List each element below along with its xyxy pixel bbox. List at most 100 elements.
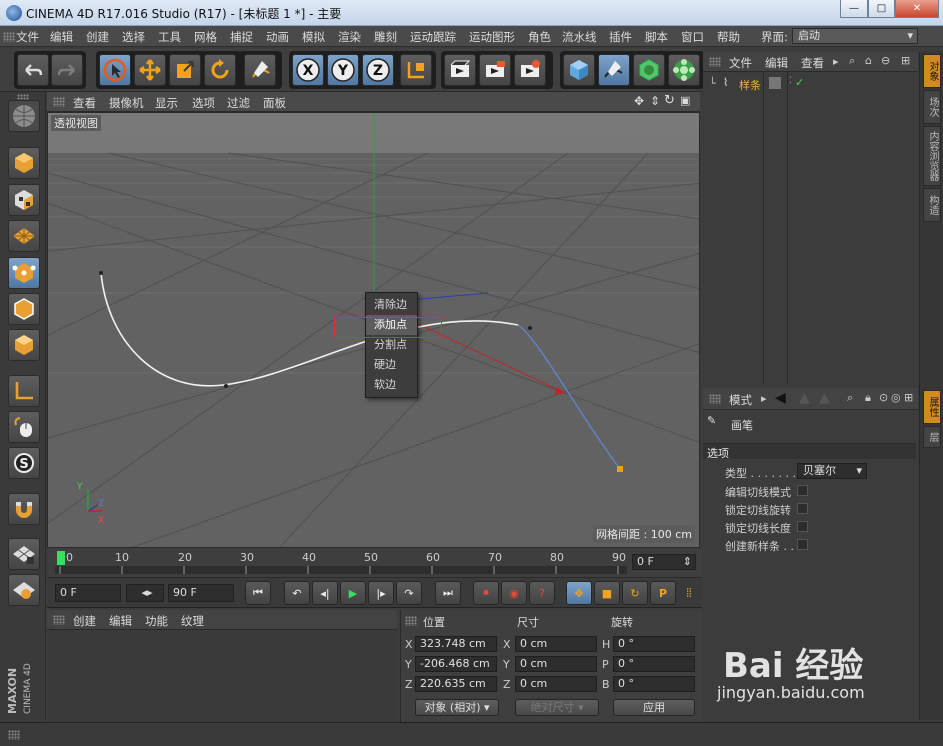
- solo-button[interactable]: S: [8, 447, 40, 479]
- menu-motion-tracking[interactable]: 运动跟踪: [410, 29, 456, 45]
- tab-structure[interactable]: 构造: [923, 188, 941, 222]
- toggle-icon[interactable]: ⊖: [881, 54, 890, 67]
- move-button[interactable]: [134, 54, 166, 86]
- lock-tangent-length-checkbox[interactable]: [797, 521, 808, 532]
- cloner-button[interactable]: [668, 54, 700, 86]
- viewport-menu-display[interactable]: 显示: [155, 95, 178, 111]
- size-z-field[interactable]: 0 cm: [515, 676, 597, 692]
- material-menu-edit[interactable]: 编辑: [109, 613, 132, 629]
- rotate-button[interactable]: [204, 54, 236, 86]
- add-cube-button[interactable]: [563, 54, 595, 86]
- points-mode-button[interactable]: [8, 257, 40, 289]
- tweak-mode-button[interactable]: [8, 411, 40, 443]
- edit-tangents-checkbox[interactable]: [797, 485, 808, 496]
- subdivision-surface-button[interactable]: [633, 54, 665, 86]
- context-item-hard-edge[interactable]: 硬边: [366, 355, 417, 375]
- menu-window[interactable]: 窗口: [681, 29, 704, 45]
- menu-sculpt[interactable]: 雕刻: [374, 29, 397, 45]
- menu-simulate[interactable]: 模拟: [302, 29, 325, 45]
- menu-script[interactable]: 脚本: [645, 29, 668, 45]
- up-arrow-icon[interactable]: ▲: [799, 390, 810, 406]
- material-menu-function[interactable]: 功能: [145, 613, 168, 629]
- live-select-button[interactable]: [99, 54, 131, 86]
- autokey-button[interactable]: ◉: [501, 581, 527, 605]
- tab-takes[interactable]: 场次: [923, 90, 941, 124]
- layer-icon[interactable]: [769, 77, 781, 89]
- size-y-field[interactable]: 0 cm: [515, 656, 597, 672]
- render-view-button[interactable]: [444, 54, 476, 86]
- arrow-right-icon[interactable]: ▸: [761, 392, 767, 405]
- history-icon[interactable]: ⊙: [879, 391, 888, 404]
- key-pla-button[interactable]: ⣿: [678, 581, 700, 605]
- viewport-menu-view[interactable]: 查看: [73, 95, 96, 111]
- menu-mesh[interactable]: 网格: [194, 29, 217, 45]
- material-menu-create[interactable]: 创建: [73, 613, 96, 629]
- position-x-field[interactable]: 323.748 cm: [415, 636, 497, 652]
- render-to-picture-viewer-button[interactable]: [479, 54, 511, 86]
- viewport-menu-panel[interactable]: 面板: [263, 95, 286, 111]
- menu-character[interactable]: 角色: [528, 29, 551, 45]
- close-button[interactable]: ✕: [895, 0, 939, 18]
- material-menu-texture[interactable]: 纹理: [181, 613, 204, 629]
- back-arrow-icon[interactable]: ◀: [775, 390, 786, 406]
- maximize-button[interactable]: □: [868, 0, 895, 18]
- context-item-split-point[interactable]: 分割点: [366, 335, 417, 355]
- menu-snap[interactable]: 捕捉: [230, 29, 253, 45]
- pan-icon[interactable]: ✥: [634, 94, 644, 108]
- preview-range-slider[interactable]: ◂▸: [126, 584, 164, 602]
- menu-edit[interactable]: 编辑: [50, 29, 73, 45]
- orbit-icon[interactable]: ↻: [664, 93, 675, 108]
- size-x-field[interactable]: 0 cm: [515, 636, 597, 652]
- pen-spline-button[interactable]: [598, 54, 630, 86]
- object-row-spline[interactable]: └ ⌇ 样条 ⁚ ✓: [703, 76, 918, 94]
- axis-mode-button[interactable]: [8, 375, 40, 407]
- object-menu-file[interactable]: 文件: [729, 55, 752, 71]
- type-dropdown[interactable]: 贝塞尔 ▾: [797, 463, 867, 479]
- key-parameter-button[interactable]: P: [650, 581, 676, 605]
- minimize-button[interactable]: —: [840, 0, 868, 18]
- snap-button[interactable]: [8, 493, 40, 525]
- next-key-button[interactable]: ↷: [396, 581, 422, 605]
- rotation-h-field[interactable]: 0 °: [613, 636, 695, 652]
- edges-mode-button[interactable]: [8, 293, 40, 325]
- viewport-menu-cameras[interactable]: 摄像机: [109, 95, 144, 111]
- pen-tool-button[interactable]: [244, 54, 276, 86]
- start-frame-field[interactable]: 0 F: [55, 584, 121, 602]
- record-keys-button[interactable]: ⏺: [473, 581, 499, 605]
- size-mode-dropdown[interactable]: 绝对尺寸 ▾: [515, 699, 599, 716]
- coordinate-mode-dropdown[interactable]: 对象 (相对) ▾: [415, 699, 499, 716]
- timeline-ruler[interactable]: 0 10 20 30 40 50 60 70 80 90 0 F ⇕: [47, 548, 702, 578]
- prev-frame-button[interactable]: ◂|: [312, 581, 338, 605]
- locked-workplane-button[interactable]: [8, 574, 40, 606]
- workplane-grid-button[interactable]: [8, 538, 40, 570]
- tab-content-browser[interactable]: 内容浏览器: [923, 126, 941, 186]
- tab-attributes[interactable]: 属性: [923, 390, 941, 424]
- rotation-b-field[interactable]: 0 °: [613, 676, 695, 692]
- menu-render[interactable]: 渲染: [338, 29, 361, 45]
- maximize-view-icon[interactable]: ▣: [680, 94, 690, 107]
- new-panel-icon[interactable]: ⊞: [901, 54, 910, 67]
- tab-objects[interactable]: 对象: [923, 54, 941, 88]
- lock-tangent-rotation-checkbox[interactable]: [797, 503, 808, 514]
- menu-select[interactable]: 选择: [122, 29, 145, 45]
- menu-mograph[interactable]: 运动图形: [469, 29, 515, 45]
- lock-icon[interactable]: 🔒︎: [865, 391, 871, 405]
- object-menu-edit[interactable]: 编辑: [765, 55, 788, 71]
- enabled-check-icon[interactable]: ✓: [795, 76, 804, 89]
- coordinate-system-button[interactable]: [400, 54, 432, 86]
- new-panel-icon[interactable]: ⊞: [904, 391, 913, 404]
- material-list-area[interactable]: [47, 630, 397, 722]
- position-z-field[interactable]: 220.635 cm: [415, 676, 497, 692]
- arrow-right-icon[interactable]: ▸: [833, 55, 839, 68]
- texture-mode-button[interactable]: [8, 184, 40, 216]
- position-y-field[interactable]: -206.468 cm: [415, 656, 497, 672]
- menu-plugins[interactable]: 插件: [609, 29, 632, 45]
- next-frame-button[interactable]: |▸: [368, 581, 394, 605]
- go-to-start-button[interactable]: ⏮: [245, 581, 271, 605]
- x-axis-lock-button[interactable]: X: [292, 54, 324, 86]
- viewport-menu-filter[interactable]: 过滤: [227, 95, 250, 111]
- target-icon[interactable]: ◎: [891, 391, 901, 404]
- scale-button[interactable]: [169, 54, 201, 86]
- search-icon[interactable]: ⌕: [849, 54, 855, 68]
- menu-file[interactable]: 文件: [16, 29, 39, 45]
